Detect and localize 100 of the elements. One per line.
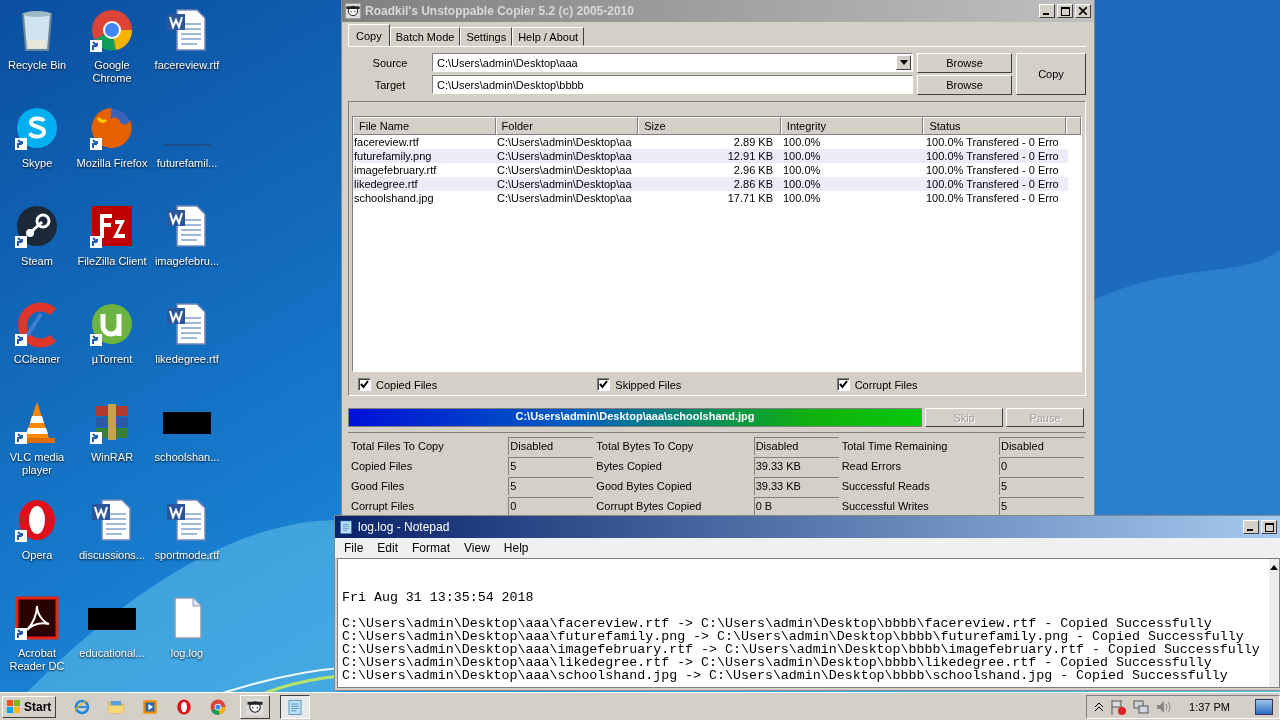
icon-label[interactable]: Recycle Bin [7, 59, 67, 72]
icon-label[interactable]: Google Chrome [75, 59, 149, 85]
table-cell-text: 100.0% [782, 163, 822, 177]
icon-label[interactable]: Steam [21, 255, 53, 268]
log-line: C:\Users\admin\Desktop\aaa\futurefamily.png -> C:\Users\admin\Desktop\bbbb\futurefamily.png - Copied Successfully [342, 629, 1244, 644]
stat-label: Read Errors [841, 460, 902, 472]
scroll-up-icon[interactable] [1270, 565, 1278, 570]
copy-button[interactable]: Copy [1016, 53, 1086, 95]
menu-item[interactable]: Edit [370, 541, 406, 555]
target-field[interactable]: C:\Users\admin\Desktop\bbbb [432, 75, 913, 94]
text-area[interactable] [337, 558, 1280, 688]
icon-label[interactable]: schoolshan... [154, 451, 220, 464]
table-cell-text: facereview.rtf [353, 135, 420, 149]
checkbox[interactable] [358, 378, 371, 391]
clock[interactable]: 1:37 PM [1179, 701, 1248, 713]
icon-label[interactable]: Acrobat Reader DC [0, 647, 74, 673]
menu-item[interactable]: File [337, 541, 371, 555]
stat-value: 0 [999, 457, 1084, 475]
stat-value: 5 [508, 477, 594, 495]
source-dropdown[interactable]: C:\Users\admin\Desktop\aaa [432, 53, 913, 72]
checkbox[interactable] [597, 378, 611, 391]
stat-value: Disabled [753, 437, 839, 455]
icon-label[interactable]: FileZilla Client [77, 255, 147, 268]
icon-label[interactable]: CCleaner [13, 353, 61, 366]
table-cell-text: 2.89 KB [732, 135, 774, 149]
icon-label[interactable]: WinRAR [90, 451, 134, 464]
flag-icon[interactable] [1110, 699, 1127, 715]
table-cell-text: schoolshand.jpg [353, 191, 435, 205]
icon-label[interactable]: likedegree.rtf [155, 353, 219, 366]
stat-label: Successful Writes [841, 500, 930, 512]
acrobat-icon[interactable] [13, 594, 61, 642]
stat-value: 5 [508, 457, 594, 475]
menu-item[interactable]: View [457, 541, 497, 555]
column-header[interactable]: File Name [353, 117, 496, 135]
start-button[interactable]: Start [2, 696, 57, 718]
table-cell-text: C:\Users\admin\Desktop\aa [496, 135, 633, 149]
stat-label: Successful Reads [841, 480, 931, 492]
table-cell-text: 100.0% Transfered - 0 Erro [925, 191, 1060, 205]
scrollbar[interactable] [1269, 559, 1279, 687]
checkbox-label: Skipped Files [615, 378, 682, 391]
notepad-icon [286, 698, 305, 716]
table-cell-text: 12.91 KB [726, 149, 774, 163]
stat-label: Corrupt Files [351, 500, 415, 512]
icon-label[interactable]: Skype [21, 157, 53, 170]
table-cell-text: 17.71 KB [726, 191, 774, 205]
log-line: C:\Users\admin\Desktop\aaa\imagefebruary.rtf -> C:\Users\admin\Desktop\bbbb\imagefebruary.rtf - Copied Successfully [342, 642, 1260, 657]
checkbox-label: Corrupt Files [854, 378, 918, 391]
stat-label: Good Bytes Copied [596, 480, 693, 492]
table-cell-text: 2.96 KB [732, 163, 774, 177]
column-header[interactable]: Status [923, 117, 1067, 135]
checkbox[interactable] [836, 378, 850, 391]
maximize-button[interactable] [1261, 520, 1277, 534]
table-cell-text: likedegree.rtf [353, 177, 419, 191]
folder-icon [107, 698, 126, 716]
table-cell-text: imagefebruary.rtf [353, 163, 438, 177]
column-header[interactable]: Integrity [780, 117, 924, 135]
table-cell-text: C:\Users\admin\Desktop\aa [496, 163, 633, 177]
icon-label[interactable]: futurefamil... [156, 157, 218, 170]
internet-explorer-icon [73, 698, 92, 716]
table-cell-text: C:\Users\admin\Desktop\aa [496, 191, 633, 205]
chevron-up-icon[interactable] [1095, 703, 1104, 711]
menu-item[interactable]: Format [405, 541, 458, 555]
stat-label: Bytes Copied [596, 460, 663, 472]
table-cell-text: 100.0% Transfered - 0 Erro [925, 177, 1060, 191]
stat-label: Total Files To Copy [351, 440, 445, 452]
icon-label[interactable]: discussions... [79, 549, 145, 562]
icon-label[interactable]: µTorrent [91, 353, 133, 366]
tab[interactable]: Settings [460, 27, 513, 46]
minimize-button[interactable] [1243, 520, 1259, 534]
caret-icon [899, 60, 908, 65]
browse-button[interactable]: Browse [917, 53, 1012, 73]
icon-label[interactable]: VLC media player [0, 451, 74, 477]
column-header[interactable]: Size [638, 117, 781, 135]
icon-label[interactable]: facereview.rtf [154, 59, 220, 72]
stat-label: Total Bytes To Copy [596, 440, 695, 452]
icon-label[interactable]: Mozilla Firefox [76, 157, 148, 170]
browse-button[interactable]: Browse [917, 75, 1012, 95]
table-cell-text: 100.0% Transfered - 0 Erro [925, 163, 1060, 177]
table-cell-text: 100.0% [782, 149, 822, 163]
tab[interactable]: Copy [348, 24, 390, 46]
menu-item[interactable]: Help [496, 541, 536, 555]
tab[interactable]: Help / About [512, 27, 585, 46]
tab[interactable]: Batch Mode [389, 27, 461, 46]
target-label: Target [373, 78, 407, 91]
taskbar-button[interactable] [280, 695, 311, 719]
table-cell-text: 100.0% Transfered - 0 Erro [925, 135, 1060, 149]
table-cell-text: 100.0% [782, 135, 822, 149]
icon-label[interactable]: imagefebru... [154, 255, 220, 268]
log-date-line: Fri Aug 31 13:35:54 2018 [342, 590, 534, 605]
network-icon[interactable] [1133, 699, 1150, 715]
show-desktop-button[interactable] [1255, 699, 1273, 715]
icon-label[interactable]: Opera [21, 549, 53, 562]
column-header[interactable]: Folder [495, 117, 639, 135]
table-cell-text: C:\Users\admin\Desktop\aa [496, 149, 633, 163]
stat-value: 39.33 KB [753, 477, 839, 495]
icon-label[interactable]: sportmode.rtf [154, 549, 220, 562]
progress-text: C:\Users\admin\Desktop\aaa\schoolshand.jpg [514, 410, 756, 422]
windows-logo-icon [7, 700, 21, 714]
table-cell-text: 100.0% [782, 177, 822, 191]
table-cell-text: 100.0% Transfered - 0 Erro [925, 149, 1060, 163]
